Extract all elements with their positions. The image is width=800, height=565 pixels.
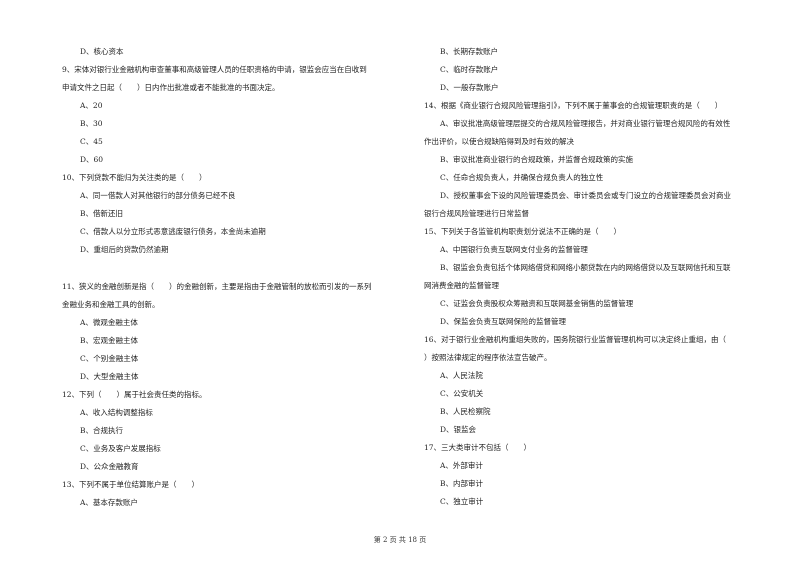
question-text: 14、根据《商业银行合规风险管理指引》，下列不属于董事会的合规管理职责的是（ ） — [424, 101, 723, 110]
question-text: 申请文件之日起（ ）日内作出批准或者不能批准的书面决定。 — [62, 83, 280, 92]
answer-option: C、借款人以分立形式恶意逃废银行债务，本金尚未逾期 — [80, 227, 266, 236]
answer-option: C、业务及客户发展指标 — [80, 444, 161, 453]
answer-option: A、微观金融主体 — [80, 318, 138, 327]
answer-option: C、临时存款账户 — [440, 65, 499, 74]
question-text: 10、下列贷款不能归为关注类的是（ ） — [62, 173, 207, 182]
answer-option: D、60 — [80, 155, 104, 164]
answer-option: A、中国银行负责互联网支付业务的监督管理 — [440, 245, 588, 254]
answer-option: B、借新还旧 — [80, 209, 124, 218]
left-column: D、核心资本 9、宋体对银行业金融机构审查董事和高级管理人员的任职资格的申请，银监… — [62, 45, 412, 514]
answer-option: B、30 — [80, 119, 103, 128]
answer-option: B、审议批准商业银行的合规政策，并监督合规政策的实施 — [440, 155, 634, 164]
answer-option: C、任命合规负责人，并确保合规负责人的独立性 — [440, 173, 604, 182]
answer-option: D、保监会负责互联网保险的监督管理 — [440, 317, 567, 326]
question-text: 13、下列不属于单位结算账户是（ ） — [62, 480, 200, 489]
answer-option: A、20 — [80, 101, 103, 110]
answer-option: B、宏观金融主体 — [80, 336, 139, 345]
answer-option: C、公安机关 — [440, 389, 484, 398]
answer-option: A、外部审计 — [440, 461, 483, 470]
answer-option: D、大型金融主体 — [80, 372, 139, 381]
answer-option: B、银监会负责包括个体网络借贷和网络小额贷款在内的网络借贷以及互联网信托和互联 — [440, 263, 731, 272]
question-text: 15、下列关于各监管机构职责划分说法不正确的是（ ） — [424, 227, 622, 236]
answer-option: B、内部审计 — [440, 479, 484, 488]
page-footer: 第 2 页 共 18 页 — [373, 536, 427, 544]
question-text: 11、狭义的金融创新是指（ ）的金融创新，主要是指由于金融管制的放松而引发的一系… — [62, 282, 372, 291]
answer-option: D、核心资本 — [80, 47, 124, 56]
question-text: 作出评价，以使合规缺陷得到及时有效的解决 — [424, 137, 574, 146]
answer-option: D、一般存款账户 — [440, 83, 499, 92]
answer-option: A、人民法院 — [440, 371, 483, 380]
answer-option: D、重组后的贷款仍然逾期 — [80, 245, 169, 254]
answer-option: C、45 — [80, 137, 103, 146]
question-text: 16、对于银行业金融机构重组失败的，国务院银行业监督管理机构可以决定终止重组，由… — [424, 335, 727, 344]
question-text: 金融业务和金融工具的创新。 — [62, 300, 160, 309]
answer-option: D、授权董事会下设的风险管理委员会、审计委员会或专门设立的合规管理委员会对商业 — [440, 191, 732, 200]
answer-option: B、合规执行 — [80, 426, 124, 435]
question-text: 17、三大类审计不包括（ ） — [424, 443, 532, 452]
answer-option: C、独立审计 — [440, 497, 484, 506]
question-text: 网消费金融的监督管理 — [424, 281, 499, 290]
answer-option: A、同一借款人对其他银行的部分债务已经不良 — [80, 191, 236, 200]
answer-option: D、银监会 — [440, 425, 477, 434]
question-text: 9、宋体对银行业金融机构审查董事和高级管理人员的任职资格的申请，银监会应当在自收… — [62, 65, 367, 74]
question-text: 银行合规风险管理进行日常监督 — [424, 209, 529, 218]
question-text: ）按照法律规定的程序依法宣告破产。 — [424, 353, 552, 362]
answer-option: B、人民检察院 — [440, 407, 491, 416]
answer-option: A、收入结构调整指标 — [80, 408, 153, 417]
question-text: 12、下列（ ）属于社会责任类的指标。 — [62, 390, 207, 399]
answer-option: D、公众金融教育 — [80, 462, 139, 471]
answer-option: C、证监会负责股权众筹融资和互联网基金销售的监督管理 — [440, 299, 634, 308]
answer-option: A、审议批准高级管理层提交的合规风险管理报告，并对商业银行管理合规风险的有效性 — [440, 119, 731, 128]
answer-option: C、个别金融主体 — [80, 354, 139, 363]
right-column: B、长期存款账户 C、临时存款账户 D、一般存款账户 14、根据《商业银行合规风险管理… — [424, 45, 784, 513]
answer-option: A、基本存款账户 — [80, 498, 138, 507]
answer-option: B、长期存款账户 — [440, 47, 499, 56]
